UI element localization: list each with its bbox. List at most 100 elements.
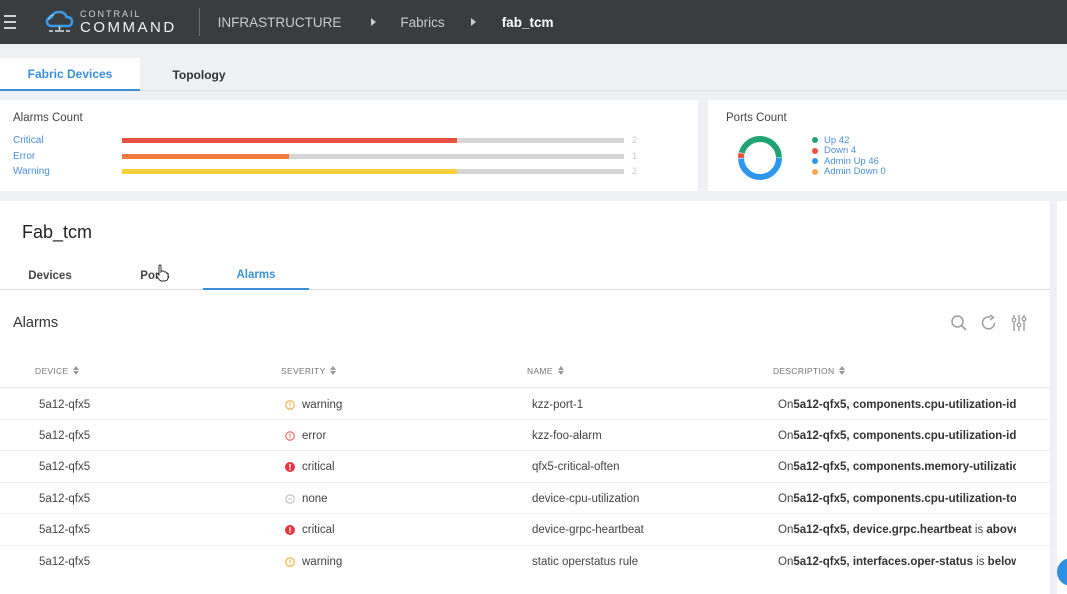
description-prefix: On (778, 555, 794, 568)
none-severity-icon (285, 493, 295, 504)
alarm-count-row-error[interactable]: Error 1 (13, 149, 653, 163)
description-prefix: On (778, 461, 794, 474)
description-device: 5a12-qfx5, (793, 461, 850, 474)
legend-dot-icon (812, 137, 818, 144)
breadcrumb-infrastructure[interactable]: INFRASTRUCTURE (218, 15, 342, 30)
warning-severity-icon (285, 556, 295, 567)
column-header-description[interactable]: DESCRIPTION (773, 353, 846, 388)
description-metric: components.memory-utilizatio (852, 461, 1016, 474)
cell-description: On 5a12-qfx5, components.cpu-utilization… (778, 420, 1016, 451)
column-header-name[interactable]: NAME (527, 353, 564, 388)
tab-alarms[interactable]: Alarms (203, 261, 309, 290)
cell-name: kzz-port-1 (532, 398, 584, 411)
description-connector: is (971, 524, 987, 537)
table-row[interactable]: 5a12-qfx5 none device-cpu-utilization On 5a… (0, 483, 1050, 515)
severity-label: critical (302, 461, 335, 474)
description-metric: components.cpu-utilization-idl (852, 429, 1016, 442)
ports-legend-item[interactable]: Admin Up 46 (812, 156, 886, 167)
column-header-device[interactable]: DEVICE (35, 353, 80, 388)
description-device: 5a12-qfx5, (793, 429, 850, 442)
severity-label: error (302, 429, 327, 442)
cell-severity: warning (285, 546, 515, 577)
ports-donut-chart (738, 136, 782, 180)
hand-cursor-icon (155, 264, 169, 282)
cell-device: 5a12-qfx5 (39, 398, 91, 411)
column-label: SEVERITY (281, 365, 326, 376)
description-connector: is (972, 555, 988, 568)
alarm-count-label: Warning (13, 165, 50, 177)
alarm-count-value: 2 (632, 166, 638, 176)
tab-topology[interactable]: Topology (140, 58, 258, 91)
alarm-count-row-warning[interactable]: Warning 2 (13, 164, 653, 178)
cell-device: 5a12-qfx5 (39, 555, 91, 568)
breadcrumb-current: fab_tcm (501, 14, 554, 30)
cell-severity: warning (285, 389, 515, 420)
table-row[interactable]: 5a12-qfx5 warning static operstatus rule On… (0, 546, 1050, 577)
alarm-count-bar-fill (122, 153, 290, 159)
cell-name: kzz-foo-alarm (532, 429, 602, 442)
column-label: DESCRIPTION (773, 365, 835, 376)
alarm-count-row-critical[interactable]: Critical 2 (13, 133, 653, 147)
alarm-count-bar-fill (122, 137, 457, 143)
cell-severity: critical (285, 452, 515, 483)
description-condition: above (986, 524, 1016, 537)
hamburger-menu-icon[interactable] (4, 15, 16, 29)
table-row[interactable]: 5a12-qfx5 critical qfx5-critical-often On 5… (0, 452, 1050, 483)
description-metric: components.cpu-utilization-idl (852, 398, 1016, 411)
contrail-command-logo[interactable]: CONTRAIL COMMAND (44, 9, 177, 35)
cloud-logo-icon (45, 10, 74, 32)
ports-legend-item[interactable]: Down 4 (812, 145, 886, 156)
table-row[interactable]: 5a12-qfx5 critical device-grpc-heartbeat On… (0, 515, 1050, 546)
column-header-severity[interactable]: SEVERITY (281, 353, 337, 388)
breadcrumb-arrow-icon (470, 18, 476, 26)
sort-icon[interactable] (73, 366, 80, 375)
cell-device: 5a12-qfx5 (39, 524, 91, 537)
cell-device: 5a12-qfx5 (39, 461, 91, 474)
sort-icon[interactable] (330, 366, 337, 375)
legend-label: Admin Up 46 (824, 155, 879, 167)
critical-severity-icon (285, 462, 295, 473)
alarm-count-value: 1 (632, 151, 638, 161)
description-prefix: On (778, 398, 794, 411)
fabric-panel: Fab_tcm Devices Ports Alarms Alarms DEVI… (0, 201, 1050, 594)
column-label: DEVICE (35, 365, 69, 376)
ports-legend-item[interactable]: Up 42 (812, 135, 886, 146)
cell-description: On 5a12-qfx5, components.memory-utilizat… (778, 452, 1016, 483)
tab-devices[interactable]: Devices (22, 261, 78, 290)
tab-fabric-devices[interactable]: Fabric Devices (0, 58, 140, 91)
description-metric: components.cpu-utilization-tot (852, 492, 1016, 505)
legend-label: Admin Down 0 (824, 166, 886, 178)
alarm-count-label: Error (13, 150, 36, 162)
description-device: 5a12-qfx5, (793, 524, 850, 537)
description-prefix: On (778, 429, 794, 442)
ports-legend-item[interactable]: Admin Down 0 (812, 166, 886, 178)
legend-dot-icon (812, 168, 818, 175)
column-label: NAME (527, 365, 553, 376)
alarm-count-value: 2 (632, 135, 638, 145)
sort-icon[interactable] (557, 366, 564, 375)
alarms-table-header: DEVICE SEVERITY NAME DESCRIPTION (0, 353, 1050, 388)
column-settings-icon[interactable] (1010, 314, 1028, 332)
fabric-title: Fab_tcm (22, 222, 93, 242)
description-condition: below (987, 555, 1016, 568)
table-row[interactable]: 5a12-qfx5 warning kzz-port-1 On 5a12-qfx5, … (0, 389, 1050, 420)
alarm-count-bar-track (122, 137, 624, 143)
cell-severity: critical (285, 515, 515, 546)
refresh-icon[interactable] (980, 314, 998, 332)
ports-count-card: Ports Count Up 42 Down 4 Admin Up 46 Admin … (708, 100, 1067, 191)
table-toolbar (950, 314, 1028, 332)
breadcrumb-fabrics[interactable]: Fabrics (400, 15, 444, 30)
cell-name: device-cpu-utilization (532, 492, 640, 505)
severity-label: warning (302, 398, 343, 411)
table-row[interactable]: 5a12-qfx5 error kzz-foo-alarm On 5a12-qfx5,… (0, 420, 1050, 452)
legend-label: Up 42 (824, 134, 850, 146)
sort-icon[interactable] (839, 366, 846, 375)
cell-name: static operstatus rule (532, 555, 639, 568)
alarms-count-title: Alarms Count (13, 112, 83, 124)
cell-severity: error (285, 420, 515, 451)
search-icon[interactable] (950, 314, 968, 332)
error-severity-icon (285, 431, 295, 441)
cell-name: qfx5-critical-often (532, 461, 620, 474)
ports-legend: Up 42 Down 4 Admin Up 46 Admin Down 0 (812, 135, 886, 177)
severity-label: critical (302, 524, 335, 537)
